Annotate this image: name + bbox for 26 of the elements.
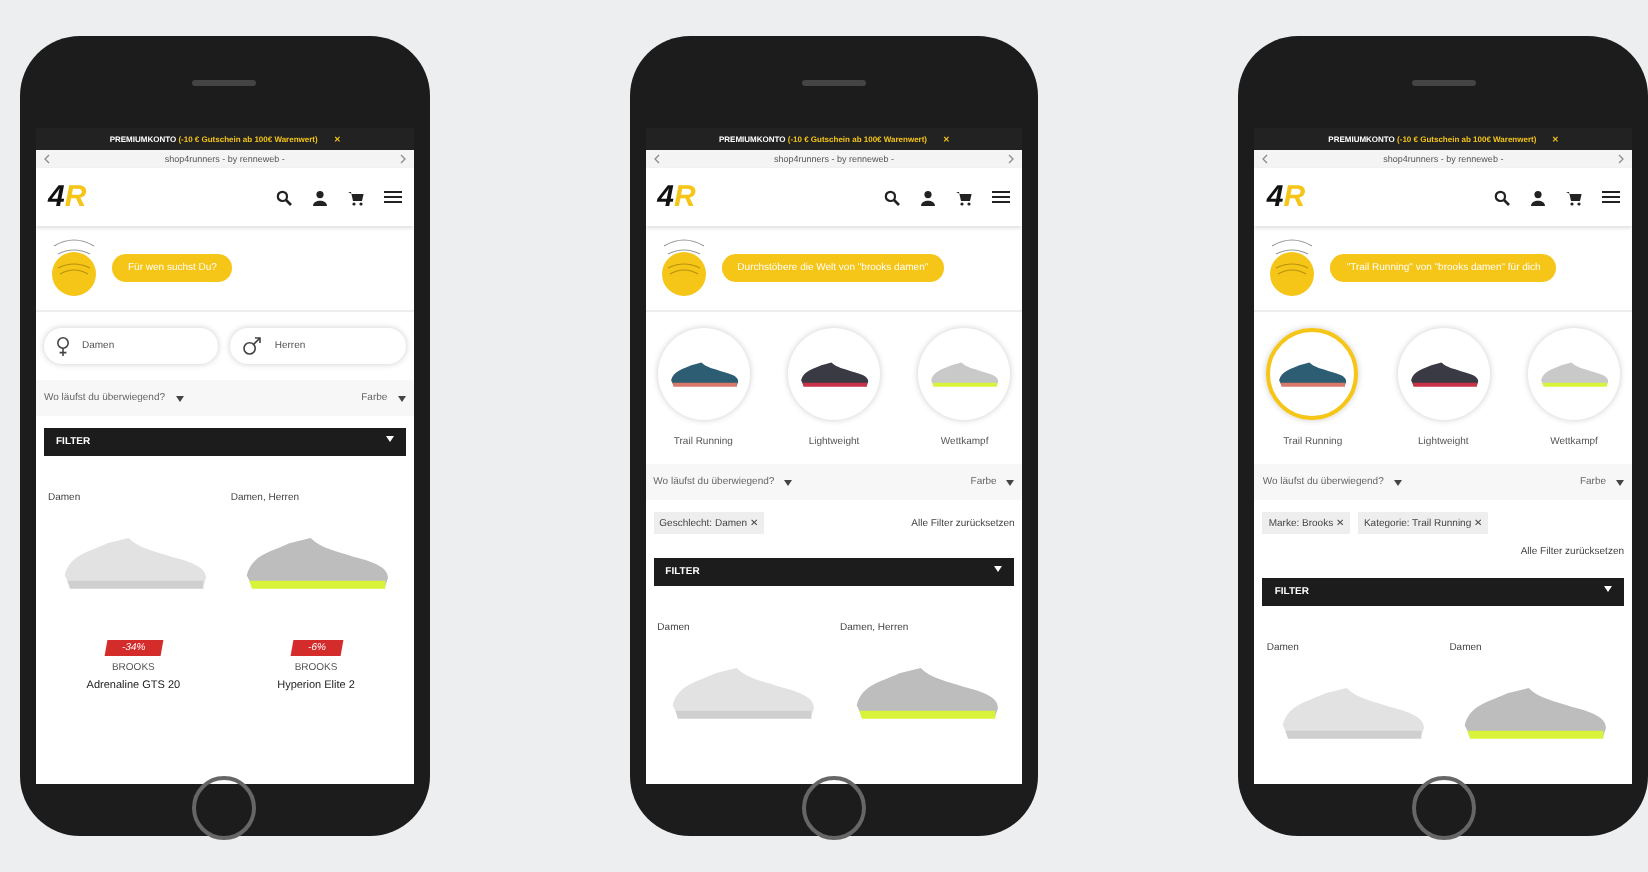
- logo[interactable]: 4R: [657, 180, 696, 214]
- caret-icon: [175, 395, 184, 401]
- cart-icon[interactable]: [347, 189, 364, 205]
- male-symbol-icon: [242, 336, 263, 356]
- mascot-icon: [48, 238, 100, 298]
- cart-icon[interactable]: [1566, 189, 1583, 205]
- menu-icon[interactable]: [383, 190, 402, 204]
- user-icon[interactable]: [311, 189, 328, 205]
- logo[interactable]: 4R: [48, 180, 87, 214]
- caret-icon: [784, 479, 793, 485]
- caret-icon: [1393, 479, 1402, 485]
- menu-icon[interactable]: [1602, 190, 1621, 204]
- user-icon[interactable]: [1530, 189, 1547, 205]
- cart-icon[interactable]: [956, 189, 973, 205]
- logo[interactable]: 4R: [1266, 180, 1306, 214]
- search-icon[interactable]: [275, 189, 292, 205]
- mascot-icon: [1266, 238, 1319, 298]
- caret-icon: [1006, 479, 1015, 485]
- caret-icon: [1616, 479, 1625, 485]
- mascot-icon: [657, 238, 710, 298]
- menu-icon[interactable]: [992, 190, 1011, 204]
- female-symbol-icon: [56, 336, 70, 356]
- user-icon[interactable]: [920, 189, 937, 205]
- search-icon[interactable]: [884, 189, 901, 205]
- search-icon[interactable]: [1494, 189, 1511, 205]
- caret-icon: [397, 395, 406, 401]
